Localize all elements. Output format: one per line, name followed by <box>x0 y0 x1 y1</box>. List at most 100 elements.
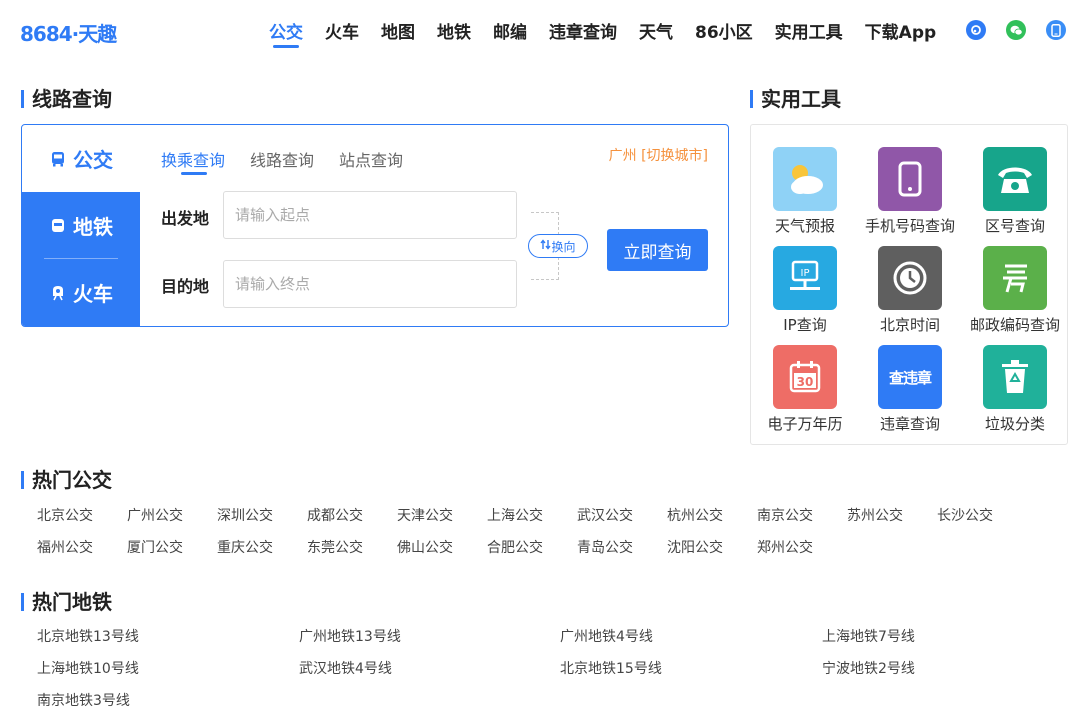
hot-metro-link[interactable]: 宁波地铁2号线 <box>822 658 915 678</box>
hot-metro-link[interactable]: 北京地铁15号线 <box>560 658 662 678</box>
hot-bus-link[interactable]: 青岛公交 <box>577 537 633 557</box>
metro-icon <box>49 217 67 235</box>
tool-trash-sorting[interactable]: 垃圾分类 <box>963 345 1067 434</box>
tool-ip-lookup[interactable]: IP IP查询 <box>753 246 857 335</box>
main-nav: 公交 火车 地图 地铁 邮编 违章查询 天气 86小区 实用工具 下载App <box>258 18 947 48</box>
clock-icon <box>878 246 942 310</box>
hot-bus-link[interactable]: 广州公交 <box>127 505 183 525</box>
search-now-button[interactable]: 立即查询 <box>607 229 708 271</box>
hot-bus-link[interactable]: 深圳公交 <box>217 505 273 525</box>
hot-metro-link[interactable]: 广州地铁13号线 <box>299 626 401 646</box>
side-tab-bus-label: 公交 <box>73 148 113 172</box>
tool-violation-label: 违章查询 <box>879 415 940 433</box>
tab-line-query[interactable]: 线路查询 <box>250 147 314 171</box>
nav-metro[interactable]: 地铁 <box>437 18 471 48</box>
swap-arrows-icon <box>540 239 552 253</box>
to-input[interactable] <box>223 260 517 308</box>
top-header: 8684·天趣 公交 火车 地图 地铁 邮编 违章查询 天气 86小区 实用工具… <box>0 0 1080 62</box>
hot-bus-link[interactable]: 苏州公交 <box>847 505 903 525</box>
side-tab-bus[interactable]: 公交 <box>22 125 140 192</box>
hot-metro-link[interactable]: 南京地铁3号线 <box>37 690 130 710</box>
hot-bus-link[interactable]: 成都公交 <box>307 505 363 525</box>
hot-bus-link[interactable]: 上海公交 <box>487 505 543 525</box>
calendar-icon: 30 <box>773 345 837 409</box>
transport-side-tabs: 公交 地铁 火车 <box>22 125 140 326</box>
nav-map[interactable]: 地图 <box>381 18 415 48</box>
nav-bus[interactable]: 公交 <box>269 18 303 48</box>
telephone-icon <box>983 147 1047 211</box>
hot-bus-link[interactable]: 东莞公交 <box>307 537 363 557</box>
weather-icon <box>773 147 837 211</box>
tab-station-query[interactable]: 站点查询 <box>339 147 403 171</box>
tool-postcode[interactable]: 邮政编码查询 <box>963 246 1067 335</box>
route-section-title: 线路查询 <box>21 88 112 110</box>
side-tab-train-label: 火车 <box>73 282 113 306</box>
tab-transfer-query[interactable]: 换乘查询 <box>161 147 225 175</box>
side-tab-train[interactable]: 火车 <box>22 259 140 326</box>
hot-bus-link[interactable]: 南京公交 <box>757 505 813 525</box>
side-tab-metro[interactable]: 地铁 <box>22 192 140 259</box>
from-label: 出发地 <box>161 209 210 228</box>
hot-bus-title: 热门公交 <box>21 469 112 491</box>
site-logo[interactable]: 8684·天趣 <box>20 18 117 47</box>
nav-download-app[interactable]: 下载App <box>865 18 937 48</box>
train-icon <box>49 284 67 302</box>
hot-bus-link[interactable]: 厦门公交 <box>127 537 183 557</box>
nav-community[interactable]: 86小区 <box>695 18 753 48</box>
tool-area-code[interactable]: 区号查询 <box>963 147 1067 236</box>
side-tab-metro-label: 地铁 <box>73 215 113 239</box>
from-input[interactable] <box>223 191 517 239</box>
nav-weather[interactable]: 天气 <box>639 18 673 48</box>
hot-bus-link[interactable]: 郑州公交 <box>757 537 813 557</box>
tool-ip-lookup-label: IP查询 <box>783 316 827 334</box>
tool-beijing-time-label: 北京时间 <box>879 316 940 334</box>
tool-calendar-label: 电子万年历 <box>767 415 843 433</box>
hot-bus-link[interactable]: 佛山公交 <box>397 537 453 557</box>
phone-icon <box>878 147 942 211</box>
tools-panel: 天气预报 手机号码查询 区号查询 IP IP查询 北京时间 邮政编码查询 30 <box>750 124 1068 445</box>
hot-bus-link[interactable]: 合肥公交 <box>487 537 543 557</box>
swap-label: 换向 <box>551 239 576 254</box>
hot-metro-link[interactable]: 北京地铁13号线 <box>37 626 139 646</box>
tool-trash-sorting-label: 垃圾分类 <box>984 415 1045 433</box>
tool-beijing-time[interactable]: 北京时间 <box>858 246 962 335</box>
post-icon <box>983 246 1047 310</box>
hot-metro-link[interactable]: 武汉地铁4号线 <box>299 658 392 678</box>
tool-calendar[interactable]: 30 电子万年历 <box>753 345 857 434</box>
hot-metro-link[interactable]: 上海地铁7号线 <box>822 626 915 646</box>
mobile-app-icon[interactable] <box>1046 20 1066 40</box>
nav-violation[interactable]: 违章查询 <box>549 18 617 48</box>
nav-train[interactable]: 火车 <box>325 18 359 48</box>
weibo-icon[interactable] <box>966 20 986 40</box>
hot-metro-title: 热门地铁 <box>21 591 112 613</box>
svg-text:IP: IP <box>801 268 810 279</box>
swap-button[interactable]: 换向 <box>528 234 588 258</box>
switch-city-link[interactable]: 广州 [切换城市] <box>609 145 708 165</box>
hot-bus-link[interactable]: 重庆公交 <box>217 537 273 557</box>
tool-phone-lookup[interactable]: 手机号码查询 <box>858 147 962 236</box>
tools-section-title: 实用工具 <box>750 88 841 110</box>
hot-bus-link[interactable]: 长沙公交 <box>937 505 993 525</box>
hot-bus-link[interactable]: 沈阳公交 <box>667 537 723 557</box>
tool-weather[interactable]: 天气预报 <box>753 147 857 236</box>
route-query-panel: 公交 地铁 火车 换乘查询 线路查询 站点查询 广州 [切换城市] 出发地 目的… <box>21 124 729 327</box>
hot-bus-link[interactable]: 北京公交 <box>37 505 93 525</box>
hot-bus-link[interactable]: 天津公交 <box>397 505 453 525</box>
bus-icon <box>49 150 67 168</box>
hot-bus-link[interactable]: 福州公交 <box>37 537 93 557</box>
violation-icon: 查违章 <box>878 345 942 409</box>
tool-area-code-label: 区号查询 <box>984 217 1045 235</box>
to-label: 目的地 <box>161 277 210 296</box>
hot-metro-link[interactable]: 上海地铁10号线 <box>37 658 139 678</box>
query-sub-tabs: 换乘查询 线路查询 站点查询 <box>161 147 428 175</box>
tool-violation[interactable]: 查违章 违章查询 <box>858 345 962 434</box>
hot-bus-link[interactable]: 杭州公交 <box>667 505 723 525</box>
hot-metro-link[interactable]: 广州地铁4号线 <box>560 626 653 646</box>
wechat-icon[interactable] <box>1006 20 1026 40</box>
tool-postcode-label: 邮政编码查询 <box>969 316 1060 334</box>
violation-icon-text: 查违章 <box>888 368 932 387</box>
nav-tools[interactable]: 实用工具 <box>775 18 843 48</box>
hot-bus-link[interactable]: 武汉公交 <box>577 505 633 525</box>
tool-phone-lookup-label: 手机号码查询 <box>864 217 955 235</box>
nav-postcode[interactable]: 邮编 <box>493 18 527 48</box>
